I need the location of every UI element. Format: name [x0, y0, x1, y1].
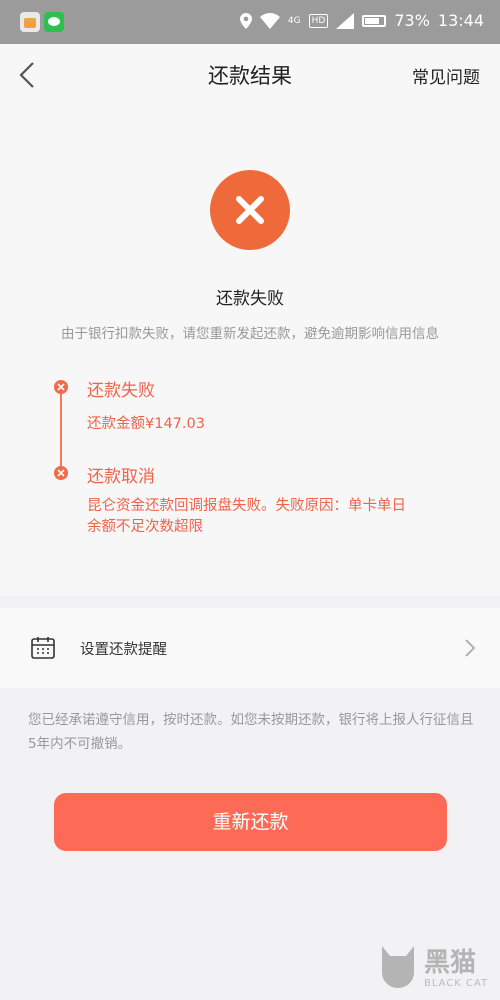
timeline: 还款失败 还款金额¥147.03 还款取消 昆仑资金还款回调报盘失败。失败原因：…	[0, 368, 500, 548]
nav-bar: 还款结果 常见问题	[0, 44, 500, 106]
retry-repayment-button[interactable]: 重新还款	[54, 793, 447, 851]
status-bar: 4G HD 73% 13:44	[0, 0, 500, 44]
wifi-icon	[259, 12, 280, 29]
timeline-connector	[60, 386, 62, 472]
status-right: 4G HD 73% 13:44	[239, 11, 484, 30]
cat-logo-icon	[382, 946, 414, 988]
timeline-cancel-icon	[54, 466, 68, 480]
timeline-step-detail: 昆仑资金还款回调报盘失败。失败原因：单卡单日余额不足次数超限	[87, 498, 406, 535]
close-icon	[236, 196, 264, 224]
signal-icon	[336, 12, 355, 29]
battery-percent: 73%	[394, 11, 430, 30]
result-card: 还款失败 由于银行扣款失败，请您重新发起还款，避免逾期影响信用信息 还款失败 还…	[0, 106, 500, 596]
credit-notice: 您已经承诺遵守信用，按时还款。如您未按期还款，银行将上报人行征信且5年内不可撤销…	[28, 712, 474, 752]
calendar-icon	[31, 637, 55, 659]
reminder-label: 设置还款提醒	[80, 642, 167, 658]
network-type: 4G	[287, 15, 301, 26]
watermark-sub: BLACK CAT	[424, 978, 489, 989]
hd-badge: HD	[308, 13, 329, 28]
wechat-icon	[44, 12, 64, 32]
chevron-right-icon	[465, 639, 476, 657]
timeline-step-title: 还款失败	[87, 381, 155, 401]
location-icon	[239, 12, 252, 29]
faq-link[interactable]: 常见问题	[412, 63, 480, 88]
app-notification-icon	[20, 12, 40, 32]
result-title: 还款失败	[216, 289, 284, 309]
set-reminder-row[interactable]: 设置还款提醒	[0, 608, 500, 688]
watermark-main: 黑猫	[424, 948, 477, 978]
clock: 13:44	[437, 11, 484, 30]
timeline-fail-icon	[54, 380, 68, 394]
watermark: 黑猫 BLACK CAT	[372, 940, 492, 998]
timeline-step-detail: 还款金额¥147.03	[87, 416, 205, 432]
fail-status-icon	[210, 170, 290, 250]
timeline-step-title: 还款取消	[87, 467, 155, 487]
battery-icon	[362, 14, 387, 27]
result-description: 由于银行扣款失败，请您重新发起还款，避免逾期影响信用信息	[61, 326, 439, 342]
